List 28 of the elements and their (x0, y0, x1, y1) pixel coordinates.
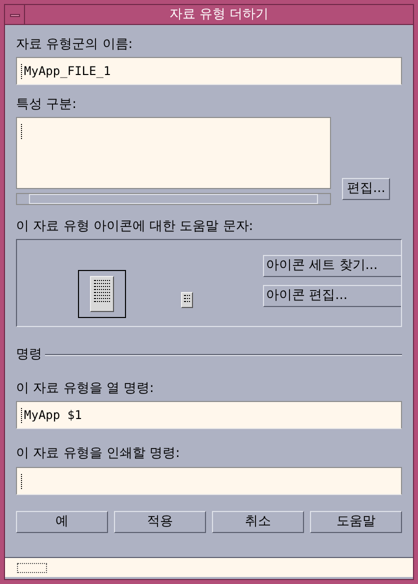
section-heading: 명령 (16, 347, 42, 363)
text-cursor-icon (21, 408, 23, 422)
text-cursor-icon (21, 474, 23, 488)
text-cursor-icon (21, 124, 23, 139)
input-field[interactable]: MyApp_FILE_1 (16, 57, 402, 85)
dialog-button[interactable]: 적용 (114, 511, 206, 533)
document-icon (90, 276, 114, 312)
field-label: 이 자료 유형을 열 명령: (16, 381, 155, 397)
input-field[interactable]: MyApp $1 (16, 401, 402, 429)
icon-button[interactable]: 아이콘 세트 찾기... (263, 255, 401, 277)
dialog-button[interactable]: 예 (16, 511, 108, 533)
scrollbar[interactable] (16, 193, 331, 205)
scrollbar-thumb[interactable] (29, 194, 318, 204)
edit-button[interactable]: 편집... (342, 178, 390, 200)
status-glyph-icon (17, 562, 47, 572)
document-icon (181, 292, 193, 308)
field-label: 자료 유형군의 이름: (16, 37, 134, 53)
dialog-button[interactable]: 도움말 (310, 511, 402, 533)
field-label: 이 자료 유형을 인쇄할 명령: (16, 446, 181, 462)
window-title: 자료 유형 더하기 (168, 6, 270, 24)
field-label: 특성 구분: (16, 97, 78, 113)
icon-button[interactable]: 아이콘 편집... (263, 285, 401, 307)
field-label: 이 자료 유형 아이콘에 대한 도움말 문자: (16, 219, 254, 235)
dialog-button[interactable]: 취소 (212, 511, 304, 533)
text-cursor-icon (21, 64, 23, 78)
menu-icon (10, 14, 20, 16)
text-area[interactable] (16, 117, 331, 189)
input-field[interactable] (16, 467, 402, 495)
